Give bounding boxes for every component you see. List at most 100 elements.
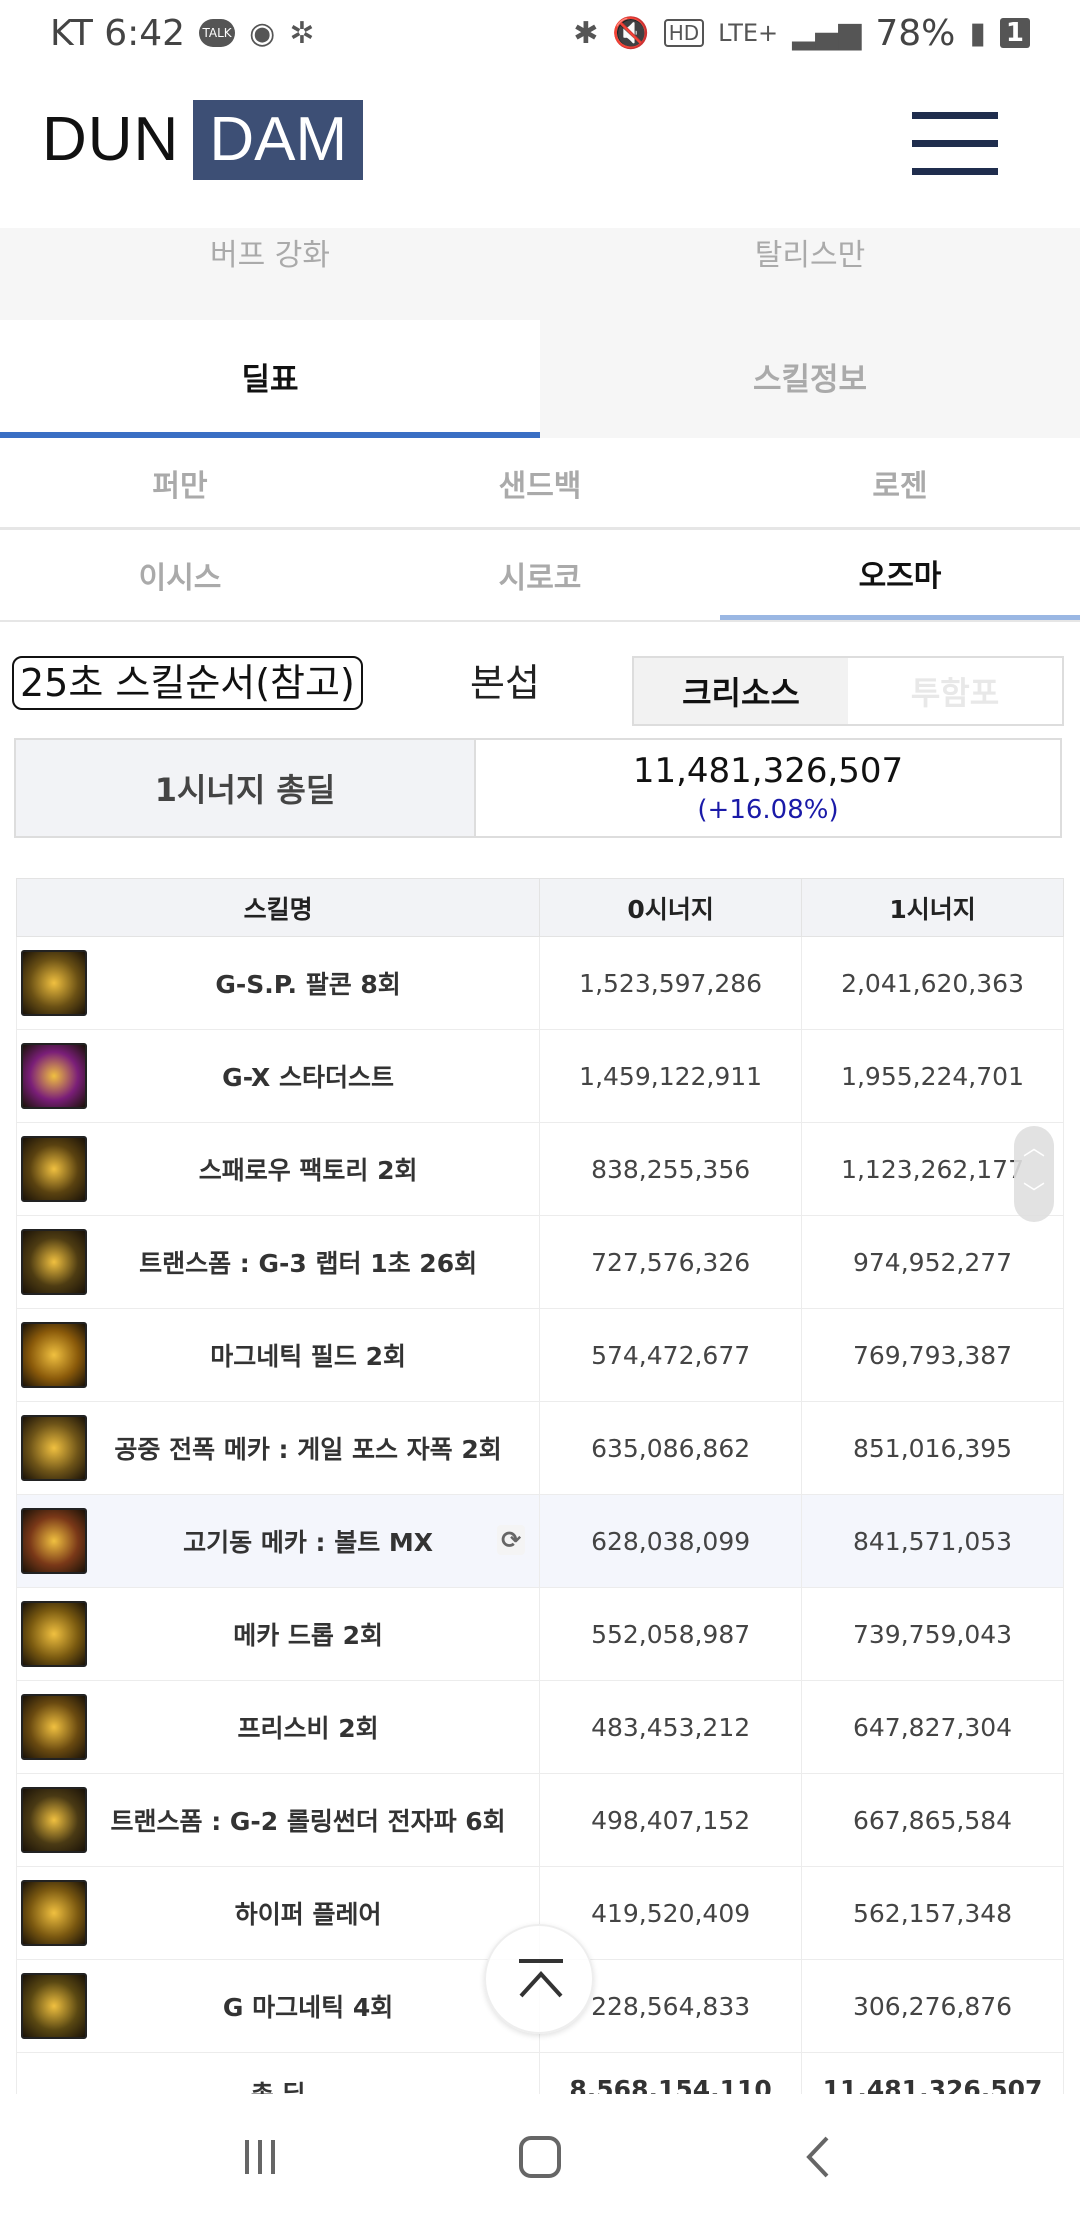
refresh-icon[interactable]: ⟳ bbox=[497, 1525, 526, 1555]
raid-row-1: 퍼만 샌드백 로젠 bbox=[0, 438, 1080, 530]
header-synergy-0: 0시너지 bbox=[539, 878, 803, 937]
synergy-0-value: 1,523,597,286 bbox=[539, 936, 803, 1030]
skill-name-cell: G 마그네틱 4회 bbox=[15, 1959, 541, 2053]
g3-raptor-icon bbox=[21, 1229, 87, 1295]
skill-order-button[interactable]: 25초 스킬순서(참고) bbox=[12, 656, 363, 710]
table-row: 트랜스폼 : G-2 롤링썬더 전자파 6회 498,407,152 667,865… bbox=[15, 1773, 1064, 1867]
raid-rosen[interactable]: 로젠 bbox=[720, 438, 1080, 527]
skill-name: 공중 전폭 메카 : 게일 포스 자폭 2회 bbox=[114, 1435, 502, 1464]
skill-name: 하이퍼 플레어 bbox=[234, 1900, 382, 1929]
sub-tab-bar: 버프 강화 탈리스만 bbox=[0, 228, 1080, 320]
synergy-total: 11,481,326,507 bbox=[632, 751, 904, 791]
page: KT 6:42 TALK ◉ ✲ ✱ 🔇 HD LTE+ ▂▄▆ 78% ▮ 1… bbox=[0, 0, 1080, 2220]
synergy-percent: (+16.08%) bbox=[697, 795, 839, 825]
skill-name-cell: 트랜스폼 : G-2 롤링썬더 전자파 6회 bbox=[15, 1773, 541, 1867]
play-icon: ◉ bbox=[249, 15, 276, 51]
toggle-tuhampo[interactable]: 투함포 bbox=[848, 658, 1062, 724]
skill-name: 스패로우 팩토리 2회 bbox=[198, 1156, 418, 1185]
server-mode-label[interactable]: 본섭 bbox=[470, 656, 540, 710]
skill-name: G-X 스타더스트 bbox=[222, 1063, 395, 1092]
table-row: 트랜스폼 : G-3 랩터 1초 26회 727,576,326 974,952,2… bbox=[15, 1215, 1064, 1309]
skill-name: 프리스비 2회 bbox=[237, 1714, 379, 1743]
talk-icon: TALK bbox=[199, 19, 236, 47]
skill-name-cell: 하이퍼 플레어 bbox=[15, 1866, 541, 1960]
tab-damage-table[interactable]: 딜표 bbox=[0, 320, 540, 438]
magnetic-field-icon bbox=[21, 1322, 87, 1388]
header-synergy-1: 1시너지 bbox=[801, 878, 1064, 937]
tab-skill-info[interactable]: 스킬정보 bbox=[540, 320, 1080, 438]
tab-talisman[interactable]: 탈리스만 bbox=[540, 228, 1080, 320]
table-row: 마그네틱 필드 2회 574,472,677 769,793,387 bbox=[15, 1308, 1064, 1402]
synergy-1-value: 739,759,043 bbox=[801, 1587, 1064, 1681]
status-bar: KT 6:42 TALK ◉ ✲ ✱ 🔇 HD LTE+ ▂▄▆ 78% ▮ 1 bbox=[0, 0, 1080, 66]
gsp-falcon-icon bbox=[21, 950, 87, 1016]
synergy-0-value: 727,576,326 bbox=[539, 1215, 803, 1309]
synergy-0-value: 498,407,152 bbox=[539, 1773, 803, 1867]
hd-icon: HD bbox=[663, 19, 705, 47]
raid-sandbag[interactable]: 샌드백 bbox=[360, 438, 720, 527]
synergy-0-value: 483,453,212 bbox=[539, 1680, 803, 1774]
skill-name: 고기동 메카 : 볼트 MX bbox=[183, 1528, 434, 1557]
raid-row-2: 이시스 시로코 오즈마 bbox=[0, 530, 1080, 622]
skill-name-cell: 공중 전폭 메카 : 게일 포스 자폭 2회 bbox=[15, 1401, 541, 1495]
raid-ozma[interactable]: 오즈마 bbox=[720, 530, 1080, 620]
bolt-mx-icon bbox=[21, 1508, 87, 1574]
synergy-1-value: 841,571,053 bbox=[801, 1494, 1064, 1588]
back-icon[interactable] bbox=[780, 2117, 860, 2197]
skill-name-cell: G-X 스타더스트 bbox=[15, 1029, 541, 1123]
synergy-1-value: 851,016,395 bbox=[801, 1401, 1064, 1495]
battery-percent: 78% bbox=[875, 12, 956, 54]
main-tab-bar: 딜표 스킬정보 bbox=[0, 320, 1080, 438]
logo-dun-text: DUN bbox=[42, 105, 180, 174]
skill-name-cell: 메카 드롭 2회 bbox=[15, 1587, 541, 1681]
table-row: 프리스비 2회 483,453,212 647,827,304 bbox=[15, 1680, 1064, 1774]
battery-icon: ▮ bbox=[969, 15, 986, 51]
skill-name-cell: 스패로우 팩토리 2회 bbox=[15, 1122, 541, 1216]
synergy-1-value: 1,955,224,701 bbox=[801, 1029, 1064, 1123]
fan-icon: ✲ bbox=[289, 15, 315, 51]
synergy-1-value: 974,952,277 bbox=[801, 1215, 1064, 1309]
synergy-summary: 1시너지 총딜 11,481,326,507 (+16.08%) bbox=[14, 738, 1062, 838]
synergy-1-value: 769,793,387 bbox=[801, 1308, 1064, 1402]
synergy-1-value: 647,827,304 bbox=[801, 1680, 1064, 1774]
skill-name: G 마그네틱 4회 bbox=[222, 1993, 394, 2022]
dundam-logo[interactable]: DUN DAM bbox=[42, 100, 364, 180]
home-icon[interactable] bbox=[500, 2117, 580, 2197]
carrier-time: KT 6:42 bbox=[50, 12, 186, 54]
toggle-crisos[interactable]: 크리소스 bbox=[634, 658, 848, 724]
synergy-0-value: 635,086,862 bbox=[539, 1401, 803, 1495]
chevron-down-icon: ﹀ bbox=[1022, 1182, 1045, 1207]
synergy-0-value: 838,255,356 bbox=[539, 1122, 803, 1216]
app-header: DUN DAM bbox=[0, 66, 1080, 228]
synergy-0-value: 628,038,099 bbox=[539, 1494, 803, 1588]
skill-name: G-S.P. 팔콘 8회 bbox=[215, 970, 401, 999]
synergy-label: 1시너지 총딜 bbox=[16, 740, 476, 836]
synergy-value: 11,481,326,507 (+16.08%) bbox=[476, 740, 1060, 836]
skill-name: 트랜스폼 : G-3 랩터 1초 26회 bbox=[139, 1249, 478, 1278]
raid-siroco[interactable]: 시로코 bbox=[360, 530, 720, 620]
scroll-to-top-button[interactable] bbox=[484, 1924, 594, 2034]
tab-buff-enhance[interactable]: 버프 강화 bbox=[0, 228, 540, 320]
hyper-flare-icon bbox=[21, 1880, 87, 1946]
scroll-thumb[interactable]: ︿ ﹀ bbox=[1014, 1126, 1054, 1222]
recent-apps-icon[interactable] bbox=[220, 2117, 300, 2197]
sparrow-factory-icon bbox=[21, 1136, 87, 1202]
table-row: 고기동 메카 : 볼트 MX ⟳ 628,038,099 841,571,053 bbox=[15, 1494, 1064, 1588]
header-skill-name: 스킬명 bbox=[15, 878, 541, 937]
mecha-drop-icon bbox=[21, 1601, 87, 1667]
network-label: LTE+ bbox=[718, 19, 779, 47]
raid-isis[interactable]: 이시스 bbox=[0, 530, 360, 620]
gale-force-icon bbox=[21, 1415, 87, 1481]
g-magnetic-icon bbox=[21, 1973, 87, 2039]
raid-perman[interactable]: 퍼만 bbox=[0, 438, 360, 527]
synergy-0-value: 552,058,987 bbox=[539, 1587, 803, 1681]
frisbee-icon bbox=[21, 1694, 87, 1760]
buff-toggle: 크리소스 투함포 bbox=[632, 656, 1064, 726]
skill-name-cell: G-S.P. 팔콘 8회 bbox=[15, 936, 541, 1030]
android-nav-bar bbox=[0, 2094, 1080, 2220]
skill-name-cell: 트랜스폼 : G-3 랩터 1초 26회 bbox=[15, 1215, 541, 1309]
gx-stardust-icon bbox=[21, 1043, 87, 1109]
hamburger-menu-icon[interactable] bbox=[908, 108, 1000, 180]
table-row: 공중 전폭 메카 : 게일 포스 자폭 2회 635,086,862 851,016… bbox=[15, 1401, 1064, 1495]
g2-rolling-thunder-icon bbox=[21, 1787, 87, 1853]
